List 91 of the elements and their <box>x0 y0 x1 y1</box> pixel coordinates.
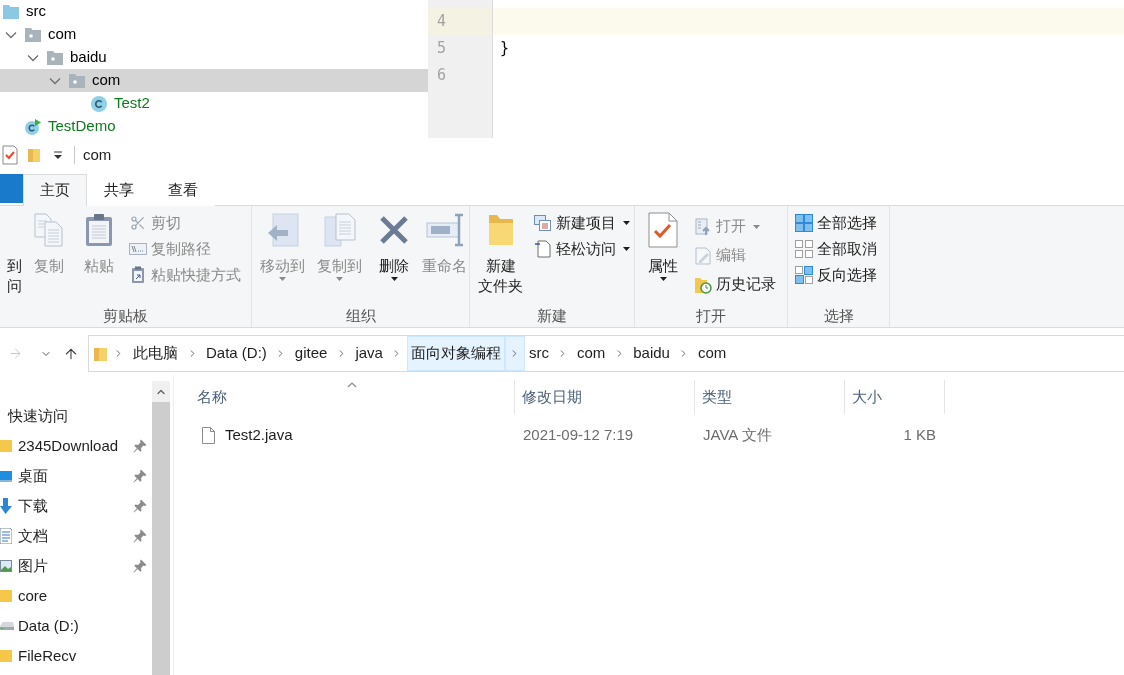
nav-item[interactable]: 图片 <box>0 551 152 581</box>
ribbon-button[interactable]: 到 问 <box>0 206 22 296</box>
download-icon <box>0 498 12 514</box>
file-name[interactable]: Test2.java <box>225 423 293 447</box>
column-header[interactable]: 类型 <box>695 380 845 414</box>
runnable-class-icon <box>25 118 41 135</box>
folder-icon <box>0 589 12 603</box>
breadcrumb[interactable]: 面向对象编程 <box>406 336 505 371</box>
package-folder-icon <box>47 50 63 65</box>
breadcrumb[interactable]: gitee <box>290 336 332 371</box>
modified-date: 2021-09-12 7:19 <box>523 425 634 443</box>
copy-icon <box>34 213 64 247</box>
folder-icon[interactable] <box>28 147 40 163</box>
nav-item[interactable]: FileRecv <box>0 641 152 671</box>
ribbon-group-label: 选择 <box>823 306 854 326</box>
desktop-icon <box>0 470 12 482</box>
address-bar[interactable]: 此电脑 Data (D:) gitee java 面向对象编程 src com baidu com <box>88 335 1124 372</box>
window-title: com <box>83 144 112 165</box>
breadcrumb[interactable]: Data (D:) <box>202 336 271 371</box>
nav-item[interactable]: Data (D:) <box>0 611 152 641</box>
pin-icon[interactable] <box>133 499 147 513</box>
text-cursor-icon <box>425 213 464 247</box>
ribbon-group-label: 新建 <box>537 306 567 326</box>
picture-icon <box>0 560 12 572</box>
ribbon-small-button[interactable]: 轻松访问 <box>531 236 633 262</box>
scroll-up-button[interactable] <box>152 381 170 402</box>
tree-item[interactable]: com <box>0 69 428 92</box>
breadcrumb[interactable]: baidu <box>629 336 674 371</box>
nav-item[interactable]: 文档 <box>0 521 152 551</box>
ribbon-group-label: 组织 <box>345 306 376 326</box>
dropdown-caret-icon[interactable] <box>53 151 63 159</box>
line-number: 5 <box>436 38 448 59</box>
folder-clock-icon <box>694 275 712 294</box>
ribbon-small-button[interactable]: 历史记录 <box>691 270 779 299</box>
breadcrumb[interactable]: 此电脑 <box>129 336 182 371</box>
ribbon-small-button[interactable]: 全部选择 <box>792 210 880 236</box>
ribbon-small-button[interactable]: 新建项目 <box>531 210 633 236</box>
breadcrumb[interactable]: src <box>524 336 553 371</box>
column-header[interactable]: 名称 <box>190 380 515 414</box>
ribbon-group-label: 打开 <box>696 306 726 326</box>
ribbon-small-button[interactable]: 全部取消 <box>792 236 880 262</box>
pin-icon[interactable] <box>133 469 147 483</box>
page-left-arrow-icon <box>266 213 299 247</box>
nav-item[interactable]: core <box>0 581 152 611</box>
clipboard-icon <box>85 213 113 247</box>
document-check-icon <box>648 212 678 248</box>
package-folder-icon <box>69 73 85 88</box>
stacked-pages-icon <box>323 213 356 247</box>
breadcrumb[interactable]: java <box>351 336 387 371</box>
nav-item[interactable]: 桌面 <box>0 461 152 491</box>
folder-icon <box>0 649 12 663</box>
nav-item[interactable]: 快速访问 <box>0 401 152 431</box>
file-icon <box>202 426 215 444</box>
ribbon-button[interactable]: 属性 <box>639 206 687 281</box>
nav-item[interactable]: 下载 <box>0 491 152 521</box>
folder-icon <box>94 345 107 362</box>
file-type: JAVA 文件 <box>703 425 772 443</box>
empty-grid-icon <box>795 240 813 258</box>
ribbon-button[interactable]: 新建 文件夹 <box>474 206 527 296</box>
filled-grid-icon <box>795 214 813 232</box>
scissors-icon <box>130 215 146 231</box>
ribbon-button[interactable]: 删除 <box>374 206 414 281</box>
ribbon-tab[interactable]: 主页 <box>23 174 87 206</box>
column-header[interactable]: 修改日期 <box>515 380 695 414</box>
delete-icon <box>378 214 410 246</box>
pin-icon[interactable] <box>133 439 147 453</box>
file-size: 1 KB <box>903 424 936 445</box>
pin-icon[interactable] <box>133 559 147 573</box>
class-icon <box>91 95 107 112</box>
line-number: 4 <box>428 8 492 35</box>
code-line: } <box>500 38 510 59</box>
pencil-document-icon <box>695 246 711 265</box>
column-header[interactable]: 大小 <box>845 380 945 414</box>
ribbon-group-label: 剪贴板 <box>103 306 148 326</box>
document-icon <box>535 240 551 258</box>
breadcrumb-chevron[interactable] <box>504 336 525 371</box>
document-check-icon[interactable] <box>2 145 18 165</box>
nav-item[interactable]: 2345Download <box>0 431 152 461</box>
folder-icon <box>3 4 19 19</box>
folder-icon <box>0 439 12 453</box>
package-folder-icon <box>25 27 41 42</box>
ribbon-small-button[interactable]: 反向选择 <box>792 262 880 288</box>
path-box-icon <box>129 243 147 255</box>
drive-icon <box>0 621 14 631</box>
windows-stack-icon <box>534 215 552 231</box>
checkered-grid-icon <box>795 266 813 284</box>
breadcrumb[interactable]: com <box>572 336 610 371</box>
breadcrumb[interactable]: com <box>693 336 731 371</box>
folder-icon <box>486 213 515 247</box>
pin-icon[interactable] <box>133 529 147 543</box>
line-number: 6 <box>436 65 448 86</box>
